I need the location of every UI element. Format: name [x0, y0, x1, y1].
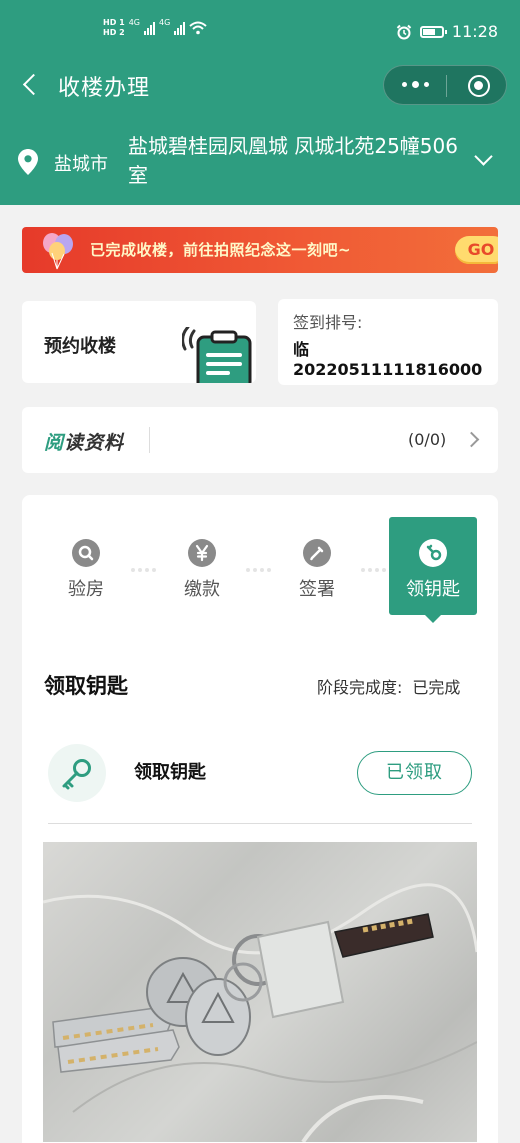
- promo-banner[interactable]: 已完成收楼，前往拍照纪念这一刻吧~ GO: [22, 227, 498, 273]
- divider: [48, 823, 472, 824]
- step-connector: [246, 565, 274, 575]
- received-status-button[interactable]: 已领取: [357, 751, 472, 795]
- step-inspection[interactable]: 验房: [42, 517, 130, 615]
- go-button[interactable]: GO: [455, 236, 498, 264]
- step-connector: [131, 565, 159, 575]
- stage-progress-label: 阶段完成度:: [317, 678, 403, 697]
- step-payment[interactable]: 缴款: [158, 517, 246, 615]
- checkin-card: 签到排号: 临20220511111816000: [278, 299, 498, 385]
- miniprogram-capsule: [383, 65, 507, 105]
- address-label: 盐城碧桂园凤凰城 凤城北苑25幢506室: [128, 134, 458, 187]
- reading-title-accent: 阅: [44, 432, 65, 454]
- checkin-label: 签到排号:: [293, 313, 363, 332]
- appointment-card[interactable]: 预约收楼: [22, 301, 256, 383]
- step-label: 缴款: [184, 579, 220, 600]
- alarm-icon: [396, 24, 412, 39]
- search-icon: [72, 539, 100, 567]
- stage-progress: 阶段完成度: 已完成: [317, 674, 460, 698]
- status-time: 11:28: [451, 22, 498, 41]
- reading-separator: [149, 427, 150, 453]
- step-label: 领钥匙: [406, 579, 460, 600]
- checkin-number: 临20220511111816000: [293, 340, 483, 379]
- address-selector[interactable]: 盐城市 盐城碧桂园凤凰城 凤城北苑25幢506室: [0, 128, 520, 198]
- app-header: HD 1 HD 2 4G 4G 11:28 收楼办理 盐城市 盐城碧桂园凤凰城 …: [0, 0, 520, 205]
- banner-text: 已完成收楼，前往拍照纪念这一刻吧~: [90, 241, 352, 259]
- signal-icon-2: [174, 21, 186, 35]
- status-bar-network: HD 1 HD 2 4G 4G: [103, 18, 207, 38]
- status-bar: HD 1 HD 2 4G 4G 11:28: [0, 0, 520, 62]
- step-label: 签署: [299, 579, 335, 600]
- step-signing[interactable]: 签署: [273, 517, 361, 615]
- step-key-collection[interactable]: 领钥匙: [389, 517, 477, 623]
- chevron-down-icon[interactable]: [475, 150, 493, 168]
- stage-progress-value: 已完成: [412, 678, 461, 697]
- chevron-right-icon[interactable]: [466, 432, 480, 446]
- city-label: 盐城市: [54, 154, 108, 175]
- reading-title-rest: 读资料: [64, 432, 125, 454]
- process-card: 验房 缴款 签署 领钥匙 领取钥匙 阶段完成度: 已完成 领取钥匙 已领取: [22, 495, 498, 1143]
- keys-photo: [43, 842, 477, 1142]
- signal-icon-1: [143, 21, 155, 35]
- stage-title: 领取钥匙: [44, 674, 128, 698]
- step-label: 验房: [68, 579, 104, 600]
- balloons-icon: [43, 233, 73, 270]
- key-item-name: 领取钥匙: [134, 762, 206, 783]
- hd-indicator-2: HD 2: [103, 28, 125, 37]
- page-title: 收楼办理: [58, 76, 151, 101]
- location-pin-icon: [18, 149, 38, 175]
- key-icon: [419, 539, 447, 567]
- capsule-divider: [446, 75, 447, 97]
- hd-indicator: HD 1 HD 2: [103, 18, 125, 38]
- close-miniprogram-icon[interactable]: [468, 75, 490, 97]
- back-icon[interactable]: [18, 70, 48, 100]
- key-avatar: [48, 744, 106, 802]
- reading-materials-card[interactable]: 阅读资料 (0/0): [22, 407, 498, 473]
- reading-count: (0/0): [408, 430, 447, 449]
- yen-icon: [188, 539, 216, 567]
- pen-icon: [303, 539, 331, 567]
- hd-indicator-1: HD 1: [103, 18, 125, 27]
- step-connector: [361, 565, 389, 575]
- appointment-label: 预约收楼: [44, 336, 116, 357]
- network-type-2: 4G: [158, 18, 171, 27]
- nav-bar: 收楼办理: [0, 62, 520, 110]
- clipboard-icon: [182, 327, 252, 383]
- status-bar-system: 11:28: [396, 22, 498, 41]
- key-icon: [62, 759, 91, 790]
- more-icon[interactable]: [402, 81, 429, 88]
- network-type-1: 4G: [128, 18, 140, 27]
- wifi-icon: [189, 21, 207, 35]
- reading-title: 阅读资料: [44, 428, 124, 455]
- battery-icon: [419, 25, 447, 38]
